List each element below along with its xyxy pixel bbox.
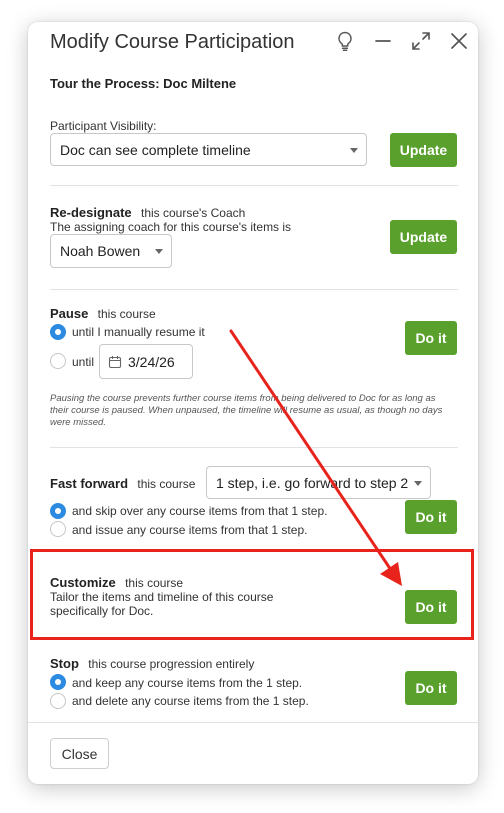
minimize-icon[interactable] — [372, 30, 394, 52]
stop-delete-label: and delete any course items from the 1 s… — [72, 694, 309, 708]
fast-forward-skip-radio[interactable] — [50, 503, 66, 519]
fast-forward-heading-row: Fast forward this course — [50, 476, 195, 491]
stop-do-it-button[interactable]: Do it — [405, 671, 457, 705]
pause-do-it-button[interactable]: Do it — [405, 321, 457, 355]
fast-forward-issue-label: and issue any course items from that 1 s… — [72, 523, 308, 537]
dialog-title: Modify Course Participation — [50, 31, 295, 53]
redesignate-heading-row: Re-designate this course's Coach — [50, 205, 245, 220]
fast-forward-do-it-button[interactable]: Do it — [405, 500, 457, 534]
pause-heading: Pause — [50, 306, 89, 321]
visibility-select-value: Doc can see complete timeline — [60, 141, 251, 158]
visibility-select[interactable]: Doc can see complete timeline — [50, 133, 367, 166]
pause-until-radio[interactable] — [50, 353, 66, 369]
stop-keep-label: and keep any course items from the 1 ste… — [72, 676, 303, 690]
pause-date-input[interactable]: 3/24/26 — [99, 344, 193, 379]
divider — [50, 447, 458, 448]
pause-until-label: until — [72, 355, 95, 369]
divider — [50, 185, 458, 186]
close-icon[interactable] — [448, 30, 470, 52]
stop-keep-radio[interactable] — [50, 674, 66, 690]
close-button[interactable]: Close — [50, 738, 109, 769]
pause-heading-suffix: this course — [97, 307, 156, 321]
modify-course-dialog: Modify Course Participation Tour the Pro… — [28, 22, 478, 784]
fast-forward-issue-radio[interactable] — [50, 521, 66, 537]
stop-heading: Stop — [50, 656, 79, 671]
divider — [50, 289, 458, 290]
fast-forward-heading-suffix: this course — [137, 477, 196, 491]
footer-divider — [28, 722, 478, 723]
annotation-highlight-box — [30, 549, 474, 640]
stop-heading-suffix: this course progression entirely — [88, 657, 255, 671]
chevron-down-icon — [414, 480, 422, 486]
stop-heading-row: Stop this course progression entirely — [50, 656, 254, 671]
pause-note: Pausing the course prevents further cour… — [50, 393, 443, 428]
fast-forward-heading: Fast forward — [50, 476, 129, 491]
dialog-subtitle: Tour the Process: Doc Miltene — [50, 76, 237, 91]
redesignate-update-button[interactable]: Update — [390, 220, 457, 254]
fast-forward-select[interactable]: 1 step, i.e. go forward to step 2 — [206, 466, 431, 499]
calendar-icon — [108, 355, 122, 368]
fast-forward-select-value: 1 step, i.e. go forward to step 2 — [216, 474, 409, 491]
coach-select-value: Noah Bowen — [60, 243, 141, 259]
expand-icon[interactable] — [410, 30, 432, 52]
fast-forward-skip-label: and skip over any course items from that… — [72, 504, 328, 518]
pause-manual-label: until I manually resume it — [72, 325, 205, 339]
redesignate-description: The assigning coach for this course's it… — [50, 220, 292, 234]
lightbulb-icon[interactable] — [334, 30, 356, 52]
redesignate-heading-suffix: this course's Coach — [140, 206, 246, 220]
pause-manual-radio[interactable] — [50, 324, 66, 340]
chevron-down-icon — [350, 147, 358, 153]
stop-delete-radio[interactable] — [50, 693, 66, 709]
pause-date-value: 3/24/26 — [128, 353, 175, 370]
chevron-down-icon — [155, 249, 163, 254]
pause-heading-row: Pause this course — [50, 306, 156, 321]
coach-select[interactable]: Noah Bowen — [50, 234, 172, 268]
visibility-update-button[interactable]: Update — [390, 133, 457, 167]
redesignate-heading: Re-designate — [50, 205, 132, 220]
visibility-label: Participant Visibility: — [50, 119, 157, 133]
